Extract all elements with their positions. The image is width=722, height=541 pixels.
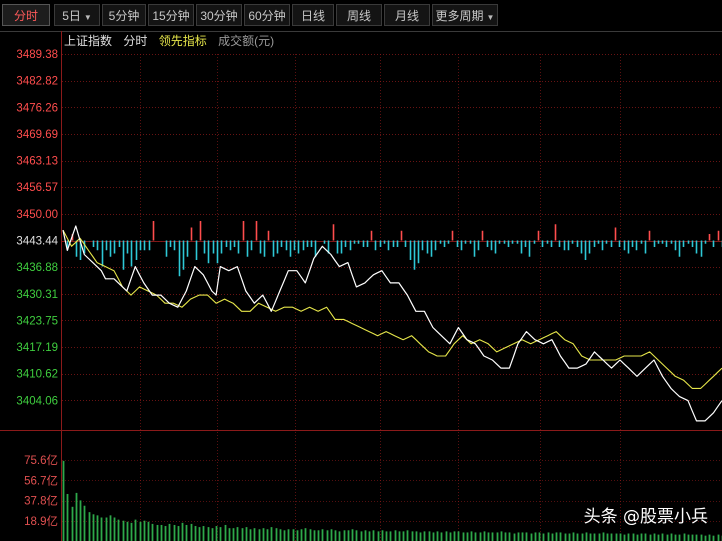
intraday-chart[interactable]: 3489.38 3482.82 3476.26 3469.69 3463.13 3456.… <box>0 0 722 541</box>
volume-tick-label: 37.8亿 <box>24 495 58 508</box>
watermark: 头条 @股票小兵 <box>583 507 708 527</box>
price-tick-label: 3450.00 <box>16 209 58 221</box>
price-tick-label: 3476.26 <box>16 102 58 114</box>
leading-indicator-line <box>62 229 722 389</box>
price-tick-label: 3417.19 <box>16 342 58 354</box>
volume-tick-label: 18.9亿 <box>24 515 58 528</box>
price-tick-label: 3456.57 <box>16 182 58 194</box>
price-tick-label: 3430.31 <box>16 289 58 301</box>
price-line <box>62 225 722 422</box>
price-tick-label: 3469.69 <box>16 129 58 141</box>
volume-tick-label: 56.7亿 <box>24 474 58 487</box>
price-tick-label: 3463.13 <box>16 156 58 168</box>
price-tick-label: 3404.06 <box>16 395 58 407</box>
price-tick-label: 3489.38 <box>16 49 58 61</box>
volume-tick-label: 75.6亿 <box>24 454 58 467</box>
price-tick-label: 3410.62 <box>16 369 58 381</box>
price-tick-label: 3436.88 <box>16 262 58 274</box>
price-tick-label: 3443.44 <box>16 236 58 248</box>
price-tick-label: 3423.75 <box>16 315 58 327</box>
price-tick-label: 3482.82 <box>16 76 58 88</box>
